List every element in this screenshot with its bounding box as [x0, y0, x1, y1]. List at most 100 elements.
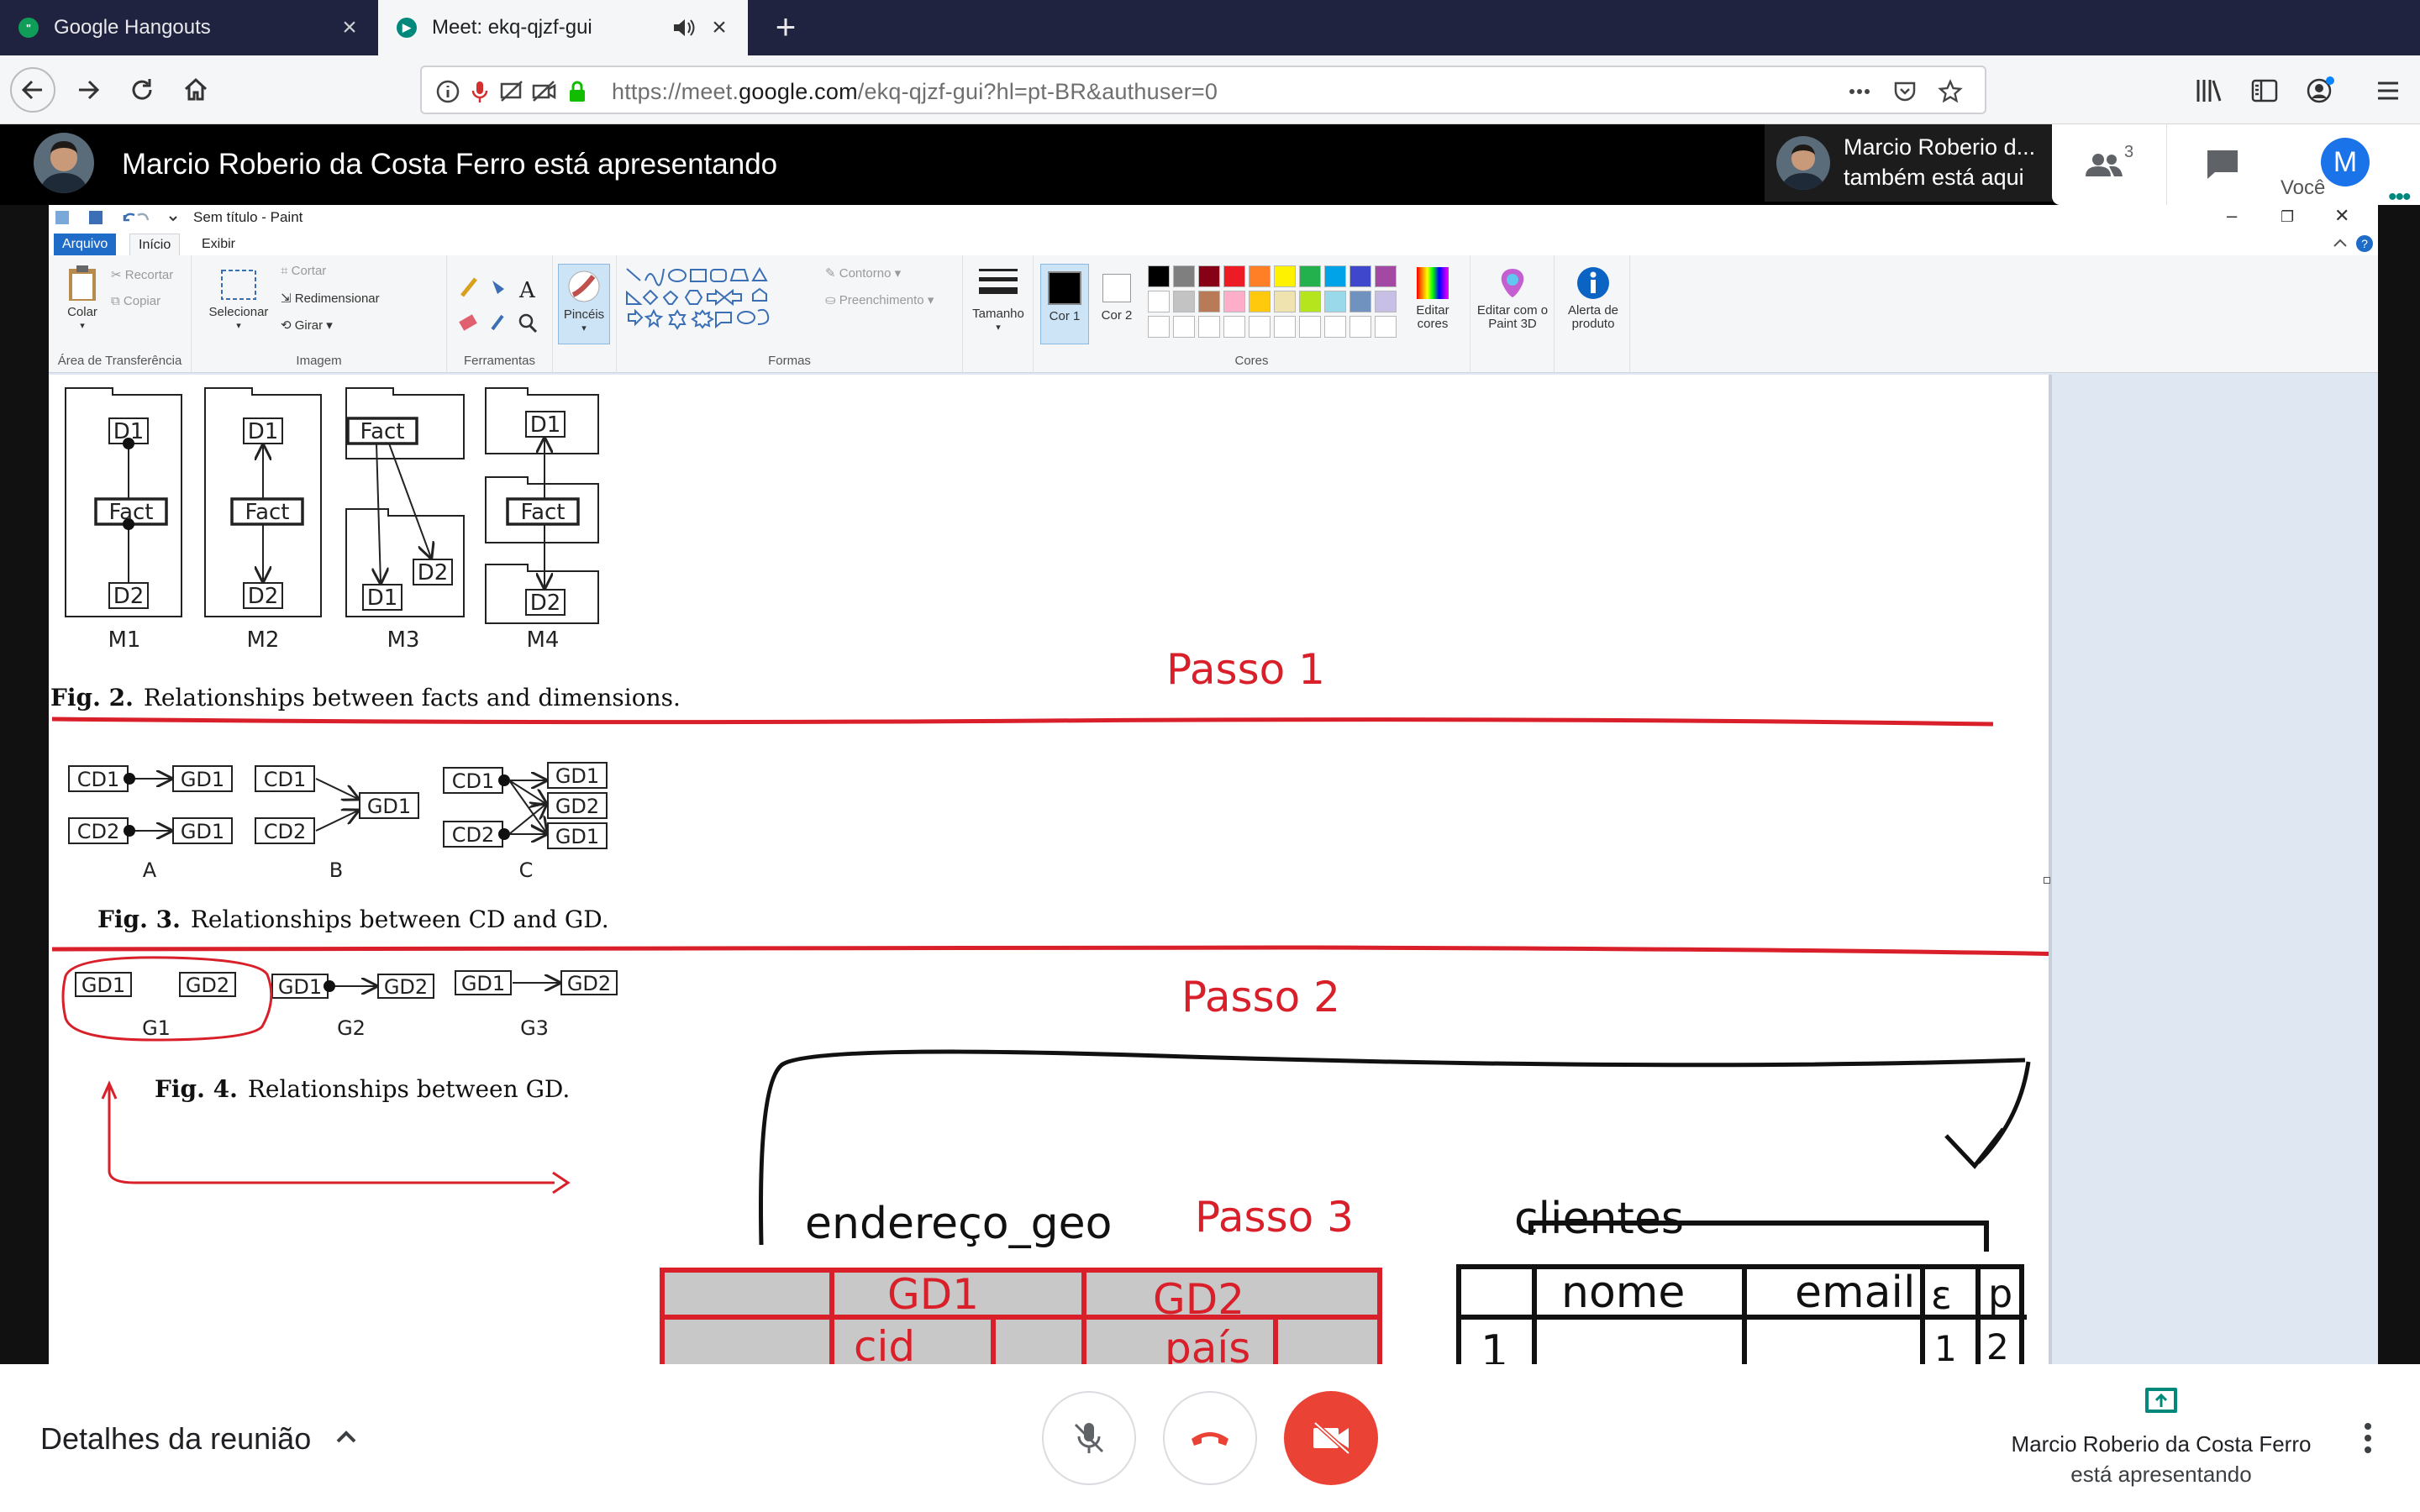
color-swatch[interactable]	[1173, 265, 1195, 287]
size-button[interactable]: Tamanho ▾	[968, 265, 1028, 334]
url-text[interactable]: https://meet.google.com/ekq-qjzf-gui?hl=…	[612, 79, 1218, 105]
color-swatch[interactable]	[1299, 291, 1321, 312]
paste-button[interactable]: Colar ▾	[57, 262, 108, 333]
color-swatch[interactable]	[1223, 316, 1245, 338]
screen-share-icon[interactable]	[499, 79, 524, 104]
b-cd1: CD1	[264, 768, 307, 791]
color-swatch[interactable]	[1198, 291, 1220, 312]
close-window-button[interactable]: ✕	[2334, 205, 2349, 227]
color-swatch[interactable]	[1198, 316, 1220, 338]
speaker-icon[interactable]	[672, 18, 696, 38]
forward-button[interactable]	[66, 67, 111, 113]
color-swatch[interactable]	[1324, 265, 1346, 287]
bookmark-star-icon[interactable]	[1938, 79, 1963, 104]
pocket-icon[interactable]	[1892, 79, 1918, 104]
color-swatch[interactable]	[1274, 265, 1296, 287]
library-icon[interactable]	[2195, 77, 2223, 104]
color-swatch[interactable]	[1324, 316, 1346, 338]
camera-toggle-button[interactable]	[1284, 1391, 1378, 1485]
rotate-button[interactable]: ⟲ Girar ▾	[281, 318, 333, 333]
tab-exibir[interactable]: Exibir	[193, 234, 244, 255]
people-button[interactable]: 3	[2052, 124, 2163, 205]
clipboard-group-label: Área de Transferência	[57, 354, 182, 368]
color-swatch[interactable]	[1249, 291, 1270, 312]
color-swatch[interactable]	[1299, 265, 1321, 287]
c-cd1: CD1	[452, 769, 495, 793]
color1-button[interactable]: Cor 1	[1040, 264, 1089, 344]
fig4-diagram	[75, 970, 618, 999]
fill-button[interactable]: ⛀ Preenchimento ▾	[825, 292, 934, 307]
present-screen-icon[interactable]	[2143, 1383, 2180, 1420]
close-icon[interactable]: ×	[708, 15, 731, 40]
m1-label: M1	[108, 627, 141, 653]
canvas-resize-handle[interactable]	[2044, 877, 2050, 884]
home-button[interactable]	[173, 67, 218, 113]
tab-google-hangouts[interactable]: " Google Hangouts ×	[0, 0, 378, 55]
tab-arquivo[interactable]: Arquivo	[54, 234, 117, 255]
reload-button[interactable]	[119, 67, 165, 113]
color-swatch[interactable]	[1324, 291, 1346, 312]
new-tab-button[interactable]: +	[766, 8, 805, 47]
info-icon[interactable]	[435, 79, 460, 104]
color-swatch[interactable]	[1249, 265, 1270, 287]
cut-button[interactable]: ✂ Recortar	[111, 267, 173, 282]
color-swatch[interactable]	[1249, 316, 1270, 338]
shapes-gallery[interactable]	[625, 265, 818, 334]
edit-colors-button[interactable]: Editar cores	[1403, 265, 1462, 331]
camera-icon[interactable]	[531, 79, 556, 104]
color-swatch[interactable]	[1299, 316, 1321, 338]
paint-canvas[interactable]: D1 Fact D2 D1 Fact D2 Fact D1 D2 D1 Fact…	[49, 375, 2049, 1364]
color-swatch[interactable]	[1198, 265, 1220, 287]
microphone-toggle-button[interactable]	[1042, 1391, 1136, 1485]
outline-button[interactable]: ✎ Contorno ▾	[825, 265, 901, 281]
phone-hangup-icon	[1192, 1432, 1228, 1446]
copy-button[interactable]: ⧉ Copiar	[111, 294, 160, 308]
microphone-icon[interactable]	[467, 79, 492, 104]
tab-inicio[interactable]: Início	[129, 234, 181, 255]
m3-label: M3	[387, 627, 420, 653]
select-button[interactable]: Selecionar ▾	[205, 267, 272, 333]
menu-icon[interactable]	[2375, 77, 2402, 104]
more-actions-icon[interactable]	[1847, 79, 1872, 104]
back-button[interactable]	[10, 67, 55, 113]
brush-icon	[568, 270, 600, 302]
help-icon[interactable]: ?	[2356, 235, 2373, 252]
more-vert-icon[interactable]	[2358, 1420, 2378, 1457]
close-icon[interactable]: ×	[338, 15, 361, 40]
m2-d2-label: D2	[248, 584, 279, 609]
shapes-group-label: Formas	[768, 354, 811, 368]
crop-button[interactable]: ⌗ Cortar	[281, 264, 326, 278]
product-alert-button[interactable]: Alerta de produto	[1560, 265, 1627, 331]
camera-off-icon	[1313, 1421, 1350, 1455]
account-icon[interactable]	[2304, 76, 2334, 106]
color-swatch[interactable]	[1223, 265, 1245, 287]
brushes-button[interactable]: Pincéis ▾	[558, 264, 610, 344]
meeting-details-button[interactable]: Detalhes da reunião	[40, 1421, 311, 1457]
tools-icons[interactable]: A	[459, 274, 543, 338]
tab-meet[interactable]: ▶ Meet: ekq-qjzf-gui ×	[378, 0, 748, 55]
maximize-button[interactable]: ❐	[2281, 208, 2294, 226]
color-swatch[interactable]	[1173, 291, 1195, 312]
m1-fact-label: Fact	[109, 500, 154, 525]
minimize-button[interactable]: –	[2227, 205, 2237, 227]
chevron-up-icon[interactable]	[329, 1420, 363, 1453]
color-swatch[interactable]	[1223, 291, 1245, 312]
chat-button[interactable]	[2166, 124, 2277, 205]
url-bar[interactable]: https://meet.google.com/ekq-qjzf-gui?hl=…	[420, 66, 1986, 114]
participant-name: Marcio Roberio d...	[1844, 134, 2036, 160]
resize-button[interactable]: ⇲ Redimensionar	[281, 291, 380, 306]
color-swatch[interactable]	[1148, 291, 1170, 312]
lock-icon[interactable]	[565, 79, 590, 104]
b-gd1: GD1	[367, 795, 411, 818]
sidebar-icon[interactable]	[2250, 77, 2279, 104]
color-swatch[interactable]	[1148, 265, 1170, 287]
edit-paint3d-button[interactable]: Editar com o Paint 3D	[1474, 265, 1551, 331]
color-swatch[interactable]	[1274, 316, 1296, 338]
color-swatch[interactable]	[1173, 316, 1195, 338]
collapse-ribbon-icon[interactable]	[2333, 237, 2348, 249]
color-swatch[interactable]	[1274, 291, 1296, 312]
hang-up-button[interactable]	[1163, 1391, 1257, 1485]
self-avatar[interactable]: M	[2321, 138, 2370, 186]
color-swatch[interactable]	[1148, 316, 1170, 338]
color2-button[interactable]: Cor 2	[1092, 264, 1141, 344]
